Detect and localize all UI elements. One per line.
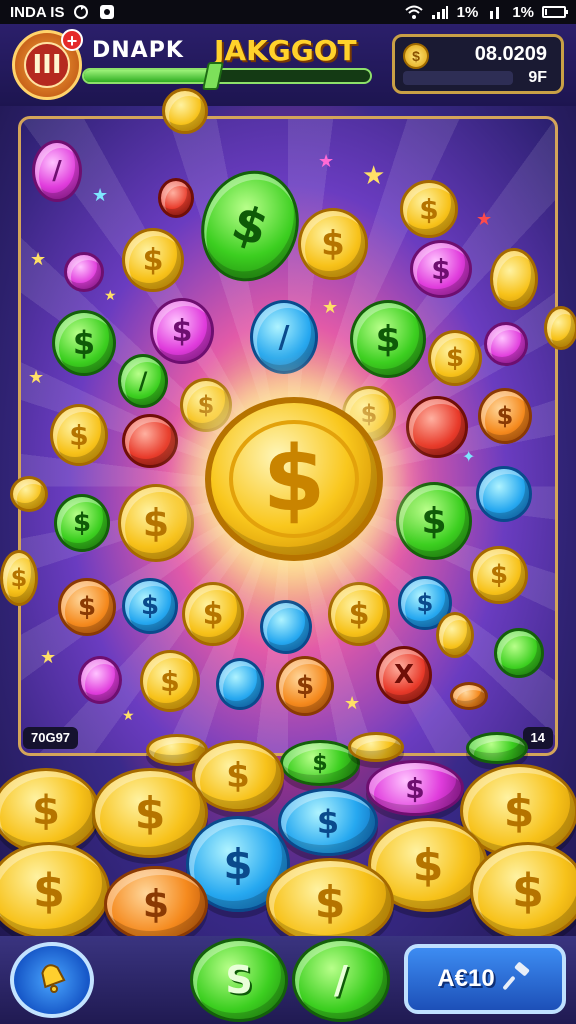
star-icon: ★ [28, 367, 45, 387]
green-coin[interactable]: $ [396, 482, 472, 560]
gold-coin[interactable] [348, 732, 404, 762]
top-hud: III + DNAPK JAKGGOT $ 08.0209 9F [0, 24, 576, 106]
gold-coin[interactable] [436, 612, 474, 658]
player-name: DNAPK [92, 38, 184, 63]
notification-icon [98, 4, 116, 20]
sync-icon [72, 4, 90, 20]
gold-coin[interactable]: $ [266, 858, 394, 946]
score-value: 08.0209 [474, 43, 547, 65]
star-icon: ★ [30, 249, 47, 269]
status-bar: INDA IS 1% 1% [0, 0, 576, 24]
battery-icon [542, 6, 568, 18]
signal-bars-icon [486, 4, 504, 20]
jackpot-progress-marker [201, 62, 224, 90]
star-icon: ★ [344, 693, 361, 713]
green-coin[interactable]: $ [54, 494, 110, 552]
green-coin-button-1[interactable]: S [190, 938, 288, 1022]
coin-pile: $ $ $ $ $ $ $ $ $ $ $ $ $ [0, 730, 576, 946]
action-button[interactable]: A€10 [404, 944, 566, 1014]
big-coin-symbol: $ [229, 420, 359, 538]
wifi-icon [404, 4, 423, 20]
signal-icon [431, 4, 449, 20]
orange-coin[interactable]: $ [58, 578, 116, 636]
bottom-bar: S / A€10 [0, 936, 576, 1024]
level-badge-button[interactable]: III + [12, 29, 83, 100]
star-icon: ★ [122, 707, 135, 723]
blue-coin[interactable]: $ [278, 788, 378, 856]
pink-coin[interactable]: / [32, 140, 82, 202]
orange-coin[interactable]: $ [478, 388, 532, 444]
pink-coin[interactable] [64, 252, 104, 292]
orange-coin[interactable]: $ [104, 866, 208, 942]
gold-coin[interactable]: $ [118, 484, 194, 562]
gold-coin[interactable]: $ [470, 842, 576, 940]
green-coin[interactable]: $ [350, 300, 426, 378]
score-sub-bar [403, 71, 513, 85]
star-icon: ★ [318, 151, 335, 171]
gold-coin[interactable]: $ [180, 378, 232, 432]
carrier-label: INDA IS [10, 3, 65, 21]
star-icon: ✦ [462, 449, 476, 466]
gold-coin[interactable]: $ [400, 180, 458, 238]
orange-coin[interactable] [450, 682, 488, 710]
green-coin[interactable] [494, 628, 544, 678]
blue-coin[interactable]: $ [122, 578, 178, 634]
blue-coin[interactable]: / [250, 300, 318, 374]
pink-coin[interactable] [484, 322, 528, 366]
pink-coin[interactable]: $ [410, 240, 472, 298]
gold-coin[interactable]: $ [0, 550, 38, 606]
gold-coin[interactable]: $ [0, 842, 110, 940]
signal-percent: 1% [456, 3, 479, 21]
gold-coin[interactable]: $ [328, 582, 390, 646]
gold-coin[interactable]: $ [182, 582, 244, 646]
add-level-icon[interactable]: + [61, 29, 83, 51]
gold-coin[interactable]: $ [470, 546, 528, 604]
green-coin-button-2[interactable]: / [292, 938, 390, 1022]
orange-coin[interactable]: $ [276, 656, 334, 716]
jackpot-big-coin[interactable]: $ [205, 397, 383, 561]
bell-button[interactable] [10, 942, 94, 1018]
bell-icon [32, 956, 72, 1005]
red-coin[interactable] [158, 178, 194, 218]
star-icon: ★ [362, 160, 386, 190]
red-coin[interactable] [406, 396, 468, 458]
star-icon: ★ [322, 297, 339, 317]
red-coin[interactable]: X [376, 646, 432, 704]
gold-coin[interactable]: $ [50, 404, 108, 466]
blue-coin[interactable] [260, 600, 312, 654]
gold-coin[interactable]: $ [140, 650, 200, 712]
gold-coin[interactable] [544, 306, 576, 350]
jackpot-label: JAKGGOT [214, 34, 357, 67]
gold-coin[interactable]: $ [122, 228, 184, 292]
gold-coin[interactable]: $ [298, 208, 368, 280]
pink-coin[interactable]: $ [366, 760, 464, 816]
gold-coin[interactable] [162, 88, 208, 134]
gold-coin[interactable]: $ [428, 330, 482, 386]
star-icon: ★ [104, 287, 117, 303]
pink-coin[interactable]: $ [150, 298, 214, 364]
gold-coin[interactable] [10, 476, 48, 512]
red-coin[interactable] [122, 414, 178, 468]
jackpot-progress-fill [84, 70, 213, 82]
coin-icon: $ [403, 43, 429, 69]
pink-coin[interactable] [78, 656, 122, 704]
hammer-icon [502, 961, 533, 998]
green-coin[interactable] [466, 732, 528, 764]
blue-coin[interactable] [476, 466, 532, 522]
level-badge-text: III [24, 42, 70, 88]
gold-coin[interactable] [490, 248, 538, 310]
score-panel: $ 08.0209 9F [392, 34, 564, 94]
star-icon: ★ [40, 647, 57, 667]
score-sub-value: 9F [528, 69, 547, 86]
star-icon: ★ [476, 209, 493, 229]
battery-percent: 1% [512, 3, 534, 21]
green-coin[interactable]: / [118, 354, 168, 408]
star-icon: ★ [92, 185, 109, 205]
green-coin[interactable]: $ [52, 310, 116, 376]
action-button-label: A€10 [437, 965, 495, 992]
blue-coin[interactable] [216, 658, 264, 710]
jackpot-progress-bar [82, 68, 372, 84]
